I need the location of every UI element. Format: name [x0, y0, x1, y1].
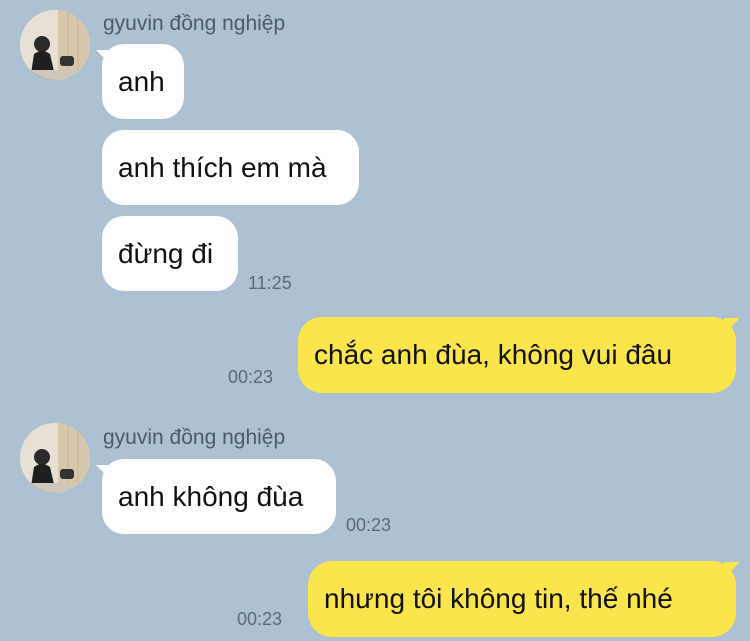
bubble-tail — [724, 562, 740, 578]
message-bubble-incoming[interactable]: anh — [102, 44, 184, 119]
message-text: nhưng tôi không tin, thế nhé — [324, 583, 673, 614]
message-bubble-incoming[interactable]: đừng đi — [102, 216, 238, 291]
message-bubble-outgoing[interactable]: nhưng tôi không tin, thế nhé — [308, 561, 736, 637]
message-timestamp: 11:25 — [248, 273, 292, 293]
sender-avatar[interactable] — [20, 10, 90, 80]
avatar-photo-icon — [20, 423, 90, 493]
message-bubble-incoming[interactable]: anh thích em mà — [102, 130, 359, 205]
sender-name: gyuvin đồng nghiệp — [103, 12, 286, 35]
message-text: đừng đi — [118, 237, 214, 269]
avatar-photo-icon — [20, 10, 90, 80]
bubble-tail — [724, 318, 740, 334]
message-text: anh — [118, 65, 165, 97]
message-timestamp: 00:23 — [228, 367, 274, 387]
message-timestamp: 00:23 — [346, 515, 392, 535]
message-text: anh không đùa — [118, 480, 304, 512]
sender-name: gyuvin đồng nghiệp — [103, 426, 286, 449]
message-text: anh thích em mà — [118, 151, 327, 183]
message-timestamp: 00:23 — [237, 609, 283, 629]
message-bubble-outgoing[interactable]: chắc anh đùa, không vui đâu — [298, 317, 736, 393]
sender-avatar[interactable] — [20, 423, 90, 493]
message-bubble-incoming[interactable]: anh không đùa — [102, 459, 336, 534]
message-text: chắc anh đùa, không vui đâu — [314, 339, 673, 370]
